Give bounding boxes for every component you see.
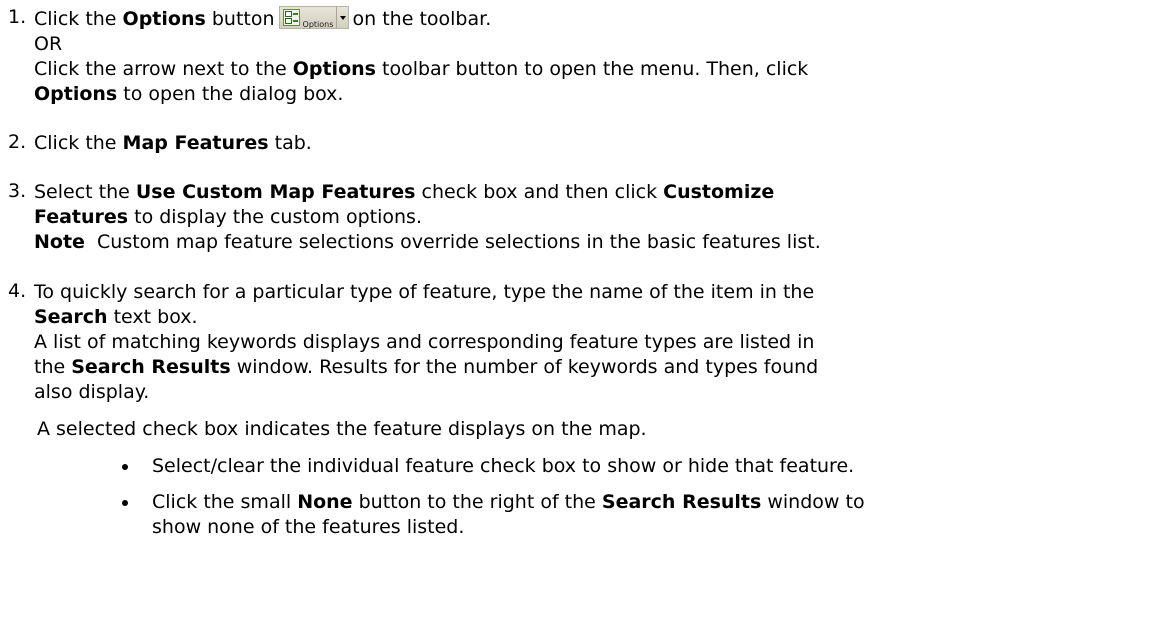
bullet-dot [122,464,128,470]
bullet-line: Click the small None button to the right… [152,491,865,513]
step-line: the Search Results window. Results for t… [34,356,819,378]
ui-term: Options [122,8,206,30]
bullet-body: Click the small None button to the right… [152,490,1165,540]
step-line: Click the Options button Options on the to… [34,6,1165,32]
step-line: OR [34,33,63,55]
bullet-line: Select/clear the individual feature chec… [152,455,855,477]
step-line: A list of matching keywords displays and… [34,331,815,353]
ui-term: None [297,491,353,513]
checkbox-explanation: A selected check box indicates the featu… [37,418,647,440]
step-line: Options to open the dialog box. [34,83,344,105]
ui-term: Features [34,206,129,228]
ui-term: Map Features [122,132,269,154]
dropdown-arrow-icon [339,16,346,20]
ui-term: Search Results [71,356,231,378]
help-document: 1. Click the Options button Options on the… [0,0,1170,621]
ui-term: Options [34,83,118,105]
step-line: To quickly search for a particular type … [34,281,815,303]
ui-term: Options [292,58,376,80]
step-number: 3. [8,180,27,202]
options-toolbar-button[interactable]: Options [278,6,349,29]
step-line: Click the arrow next to the Options tool… [34,58,809,80]
ui-term: Search Results [601,491,762,513]
note-label: Note [34,231,85,253]
step-line: also display. [34,381,150,403]
step-body: Click the Options button Options on the to… [34,6,1165,107]
step-line: Search text box. [34,306,198,328]
step-body: To quickly search for a particular type … [34,280,1165,405]
step-body: Select the Use Custom Map Features check… [34,180,1165,255]
step-number: 4. [8,280,27,302]
options-dropdown-button[interactable] [337,7,348,28]
checklist-icon [282,9,300,26]
step-body: Click the Map Features tab. [34,131,1165,156]
step-number: 1. [8,6,27,28]
bullet-body: Select/clear the individual feature chec… [152,454,1165,479]
step-number: 2. [8,131,27,153]
ui-term: Search [34,306,108,328]
ui-term: Use Custom Map Features [135,181,416,203]
options-main-button[interactable]: Options [280,7,335,29]
step-line: Features to display the custom options. [34,206,422,228]
options-button-label: Options [302,20,334,29]
ui-term: Customize [663,181,775,203]
step-line: Select the Use Custom Map Features check… [34,181,775,203]
bullet-dot [122,500,128,506]
note-line: Note Custom map feature selections overr… [34,231,821,253]
bullet-line: show none of the features listed. [152,516,465,538]
step-line: Click the Map Features tab. [34,132,312,154]
